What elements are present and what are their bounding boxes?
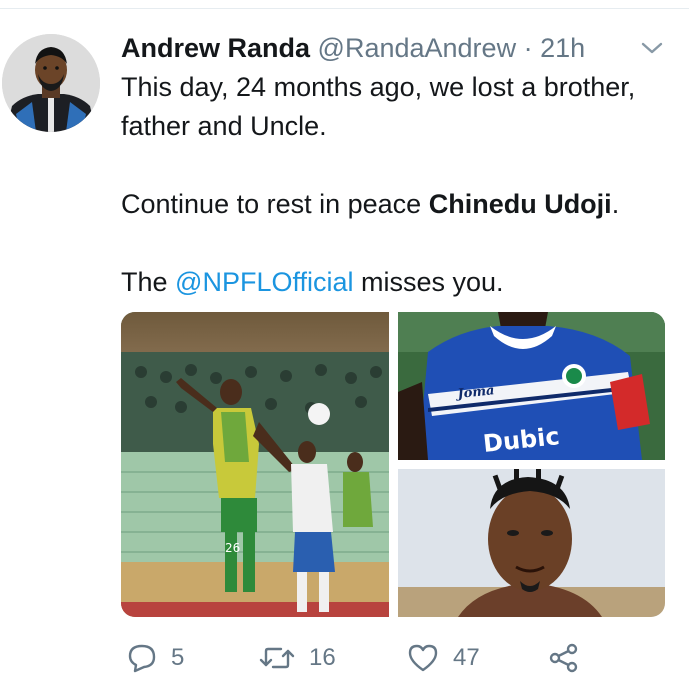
top-divider <box>0 8 689 9</box>
separator-dot: · <box>523 33 533 63</box>
text-fragment: Continue to rest in peace <box>121 189 429 219</box>
reply-button[interactable]: 5 <box>127 636 184 680</box>
tweet-text-line: This day, 24 months ago, we lost a broth… <box>121 72 636 141</box>
avatar[interactable] <box>2 34 100 132</box>
photo-jersey[interactable]: Joma Dubic <box>398 312 665 460</box>
tweet-header: Andrew Randa @RandaAndrew · 21h <box>121 30 641 66</box>
tweet-text-line: Continue to rest in peace Chinedu Udoji. <box>121 185 666 224</box>
avatar-photo <box>2 34 100 132</box>
text-fragment: . <box>611 189 620 219</box>
bold-name: Chinedu Udoji <box>428 189 612 219</box>
photo-portrait[interactable] <box>398 469 665 617</box>
author-handle[interactable]: @RandaAndrew <box>318 33 517 63</box>
jersey-number: 26 <box>225 541 240 555</box>
share-button[interactable] <box>549 636 579 680</box>
share-icon <box>549 643 579 673</box>
like-button[interactable]: 47 <box>407 636 480 680</box>
tweet-actions: 5 16 47 <box>121 636 661 680</box>
retweet-icon <box>259 643 295 673</box>
media-grid: 26 Joma Dubic <box>121 312 665 617</box>
text-fragment: misses you. <box>353 267 504 297</box>
heart-icon <box>407 643 439 673</box>
like-count: 47 <box>453 644 480 671</box>
photo-match[interactable]: 26 <box>121 312 389 617</box>
retweet-count: 16 <box>309 644 336 671</box>
author-name[interactable]: Andrew Randa <box>121 33 310 63</box>
tweet-text-line: The @NPFLOfficial misses you. <box>121 263 666 302</box>
text-fragment: The <box>121 267 176 297</box>
tweet-text: This day, 24 months ago, we lost a broth… <box>121 68 666 302</box>
chevron-down-icon[interactable] <box>640 38 664 58</box>
mention-link[interactable]: @NPFLOfficial <box>175 267 353 297</box>
reply-icon <box>127 643 157 673</box>
timestamp[interactable]: 21h <box>540 33 585 63</box>
retweet-button[interactable]: 16 <box>259 636 336 680</box>
reply-count: 5 <box>171 644 185 671</box>
